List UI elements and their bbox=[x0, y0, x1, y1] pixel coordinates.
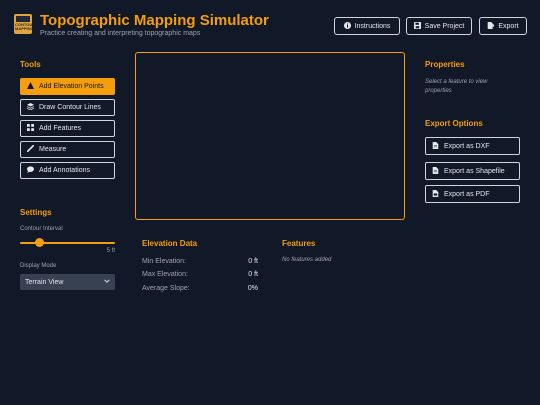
app-logo: CONTOUR MAPPING bbox=[14, 14, 32, 34]
display-mode-label: Display Mode bbox=[20, 263, 57, 269]
tool-add-annotations[interactable]: Add Annotations bbox=[20, 162, 115, 179]
layers-icon bbox=[26, 103, 35, 112]
export-pdf-button[interactable]: Export as PDF bbox=[425, 185, 520, 203]
max-elevation-label: Max Elevation: bbox=[142, 271, 188, 278]
map-canvas[interactable] bbox=[135, 52, 405, 220]
tool-add-elevation-points[interactable]: Add Elevation Points bbox=[20, 78, 115, 95]
file-icon bbox=[432, 141, 439, 151]
export-options-heading: Export Options bbox=[425, 119, 483, 128]
file-icon bbox=[432, 166, 439, 176]
settings-heading: Settings bbox=[20, 208, 52, 217]
contour-interval-slider-thumb[interactable] bbox=[34, 238, 44, 247]
tool-measure[interactable]: Measure bbox=[20, 141, 115, 158]
export-shapefile-button[interactable]: Export as Shapefile bbox=[425, 162, 520, 180]
app-subtitle: Practice creating and interpreting topog… bbox=[40, 30, 201, 37]
average-slope-label: Average Slope: bbox=[142, 285, 190, 292]
max-elevation-value: 0 ft bbox=[248, 271, 258, 278]
save-project-button[interactable]: Save Project bbox=[406, 17, 472, 35]
features-empty-note: No features added bbox=[282, 257, 332, 263]
display-mode-select[interactable]: Terrain View bbox=[20, 274, 115, 290]
tool-label: Add Annotations bbox=[39, 167, 90, 174]
export-label: Export bbox=[498, 22, 519, 30]
chevron-down-icon bbox=[104, 278, 110, 286]
tool-label: Add Features bbox=[39, 125, 82, 132]
instructions-label: Instructions bbox=[354, 22, 391, 30]
file-export-icon bbox=[487, 21, 495, 31]
grid-icon bbox=[27, 124, 34, 133]
elevation-data-heading: Elevation Data bbox=[142, 239, 198, 248]
average-slope-value: 0% bbox=[247, 285, 258, 292]
tool-draw-contour-lines[interactable]: Draw Contour Lines bbox=[20, 99, 115, 116]
comment-icon bbox=[27, 166, 34, 175]
info-circle-icon bbox=[343, 21, 351, 31]
export-dxf-label: Export as DXF bbox=[444, 142, 490, 150]
save-project-label: Save Project bbox=[424, 22, 465, 30]
logo-text: CONTOUR MAPPING bbox=[15, 22, 32, 31]
contour-interval-label: Contour Interval bbox=[20, 226, 63, 232]
min-elevation-label: Min Elevation: bbox=[142, 258, 186, 265]
app-title: Topographic Mapping Simulator bbox=[40, 12, 269, 29]
tools-heading: Tools bbox=[20, 60, 41, 69]
features-heading: Features bbox=[282, 239, 316, 248]
export-dxf-button[interactable]: Export as DXF bbox=[425, 137, 520, 155]
tool-label: Add Elevation Points bbox=[39, 83, 104, 90]
properties-hint: Select a feature to view properties bbox=[425, 79, 488, 94]
contour-interval-value: 5 ft bbox=[106, 248, 115, 254]
ruler-icon bbox=[26, 144, 35, 154]
tool-add-features[interactable]: Add Features bbox=[20, 120, 115, 137]
export-button[interactable]: Export bbox=[479, 17, 527, 35]
floppy-disk-icon bbox=[413, 21, 421, 31]
tool-label: Draw Contour Lines bbox=[39, 104, 101, 111]
export-pdf-label: Export as PDF bbox=[444, 190, 490, 198]
min-elevation-value: 0 ft bbox=[248, 258, 258, 265]
warning-triangle-icon bbox=[27, 82, 34, 91]
file-pdf-icon bbox=[432, 189, 439, 199]
tool-label: Measure bbox=[39, 146, 67, 153]
display-mode-value: Terrain View bbox=[25, 278, 64, 286]
export-shapefile-label: Export as Shapefile bbox=[444, 167, 505, 175]
properties-heading: Properties bbox=[425, 60, 465, 69]
instructions-button[interactable]: Instructions bbox=[334, 17, 400, 35]
